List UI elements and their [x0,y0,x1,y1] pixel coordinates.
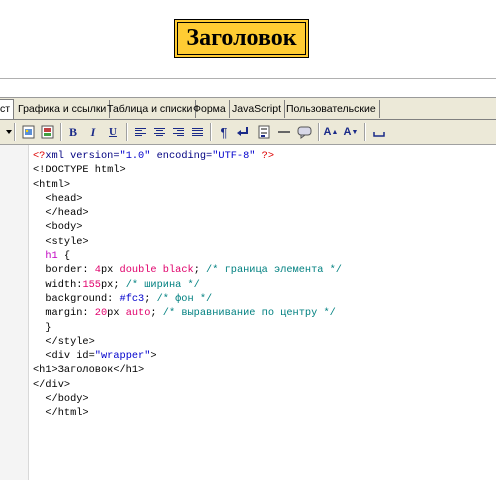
code-line: <div id="wrapper"> [33,350,157,363]
tab-custom[interactable]: Пользовательские [283,100,380,118]
toolbar-separator [60,123,62,141]
tab-javascript[interactable]: JavaScript [229,100,286,118]
code-line: <h1>Заголовок</h1> [33,364,145,377]
insert-image-icon[interactable] [20,123,38,141]
code-line: <head> [33,192,83,205]
align-center-icon[interactable] [150,123,168,141]
bold-icon[interactable]: B [64,123,82,141]
underline-icon[interactable]: U [104,123,122,141]
align-justify-icon[interactable] [188,123,206,141]
code-line: background: #fc3; /* фон */ [33,292,213,305]
toolbar-separator [14,123,16,141]
code-line: </style> [33,335,95,348]
tab-bar: ст Графика и ссылки Таблица и списки Фор… [0,98,496,120]
code-line: </html> [33,407,89,420]
arrow-up-icon: ▲ [331,128,339,136]
italic-icon[interactable]: I [84,123,102,141]
line-gutter [0,145,29,480]
code-line: <body> [33,221,83,234]
toolbar-separator [318,123,320,141]
font-larger-icon[interactable]: A ▲ [322,123,340,141]
code-line: </div> [33,378,71,391]
tab-graphics-links[interactable]: Графика и ссылки [15,100,111,118]
form-icon[interactable] [255,123,273,141]
code-line: <html> [33,178,71,191]
code-line: h1 { [45,250,71,263]
code-line: border: 4px double black; /* граница эле… [33,264,342,277]
align-left-icon[interactable] [131,123,149,141]
code-line: </body> [33,393,89,406]
toolbar-separator [126,123,128,141]
preview-gap [0,79,496,97]
code-text[interactable]: <?xml version="1.0" encoding="UTF-8" ?> … [33,149,342,421]
code-line: margin: 20px auto; /* выравнивание по це… [33,307,336,320]
code-line: <!DOCTYPE html> [33,164,126,177]
tab-text[interactable]: ст [0,99,15,119]
nbsp-icon[interactable] [370,123,388,141]
code-line: } [33,321,52,334]
code-line: <?xml version="1.0" encoding="UTF-8" ?> [33,150,275,162]
font-smaller-icon[interactable]: A ▼ [342,123,360,141]
font-smaller-label: A [343,126,352,138]
tab-tables-lists[interactable]: Таблица и списки [104,100,197,118]
align-right-icon[interactable] [169,123,187,141]
horizontal-rule-icon[interactable] [275,123,293,141]
comment-icon[interactable] [296,123,314,141]
code-line: <style> [33,235,89,248]
paragraph-icon[interactable]: ¶ [215,123,233,141]
toolbar-separator [364,123,366,141]
arrow-down-icon: ▼ [351,128,359,136]
preview-heading: Заголовок [174,19,309,58]
toolbar-separator [210,123,212,141]
formatting-toolbar: B I U ¶ A ▲ A ▼ [0,120,496,145]
insert-media-icon[interactable] [39,123,57,141]
font-larger-label: A [323,126,332,138]
code-editor[interactable]: <?xml version="1.0" encoding="UTF-8" ?> … [29,145,496,480]
code-line: </head> [33,207,89,220]
line-break-icon[interactable] [234,123,252,141]
code-line: width:155px; /* ширина */ [33,278,200,291]
tab-form[interactable]: Форма [190,100,230,118]
